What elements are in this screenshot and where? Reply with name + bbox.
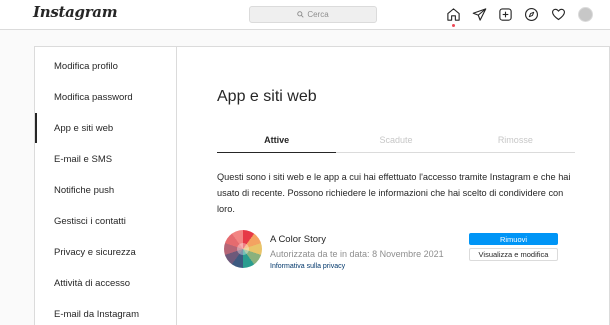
app-list-item: A Color Story Autorizzata da te in data:… bbox=[224, 230, 564, 270]
settings-sidebar: Modifica profilo Modifica password App e… bbox=[35, 47, 177, 325]
home-active-dot bbox=[452, 24, 455, 27]
top-navigation-bar: Instagram Cerca bbox=[0, 0, 610, 30]
sidebar-item-change-password[interactable]: Modifica password bbox=[35, 82, 176, 112]
main-content: App e siti web Attive Scadute Rimosse Qu… bbox=[177, 47, 609, 325]
home-icon[interactable] bbox=[446, 7, 461, 22]
sidebar-item-label: E-mail e SMS bbox=[54, 153, 113, 165]
sidebar-item-edit-profile[interactable]: Modifica profilo bbox=[35, 51, 176, 81]
page-title: App e siti web bbox=[217, 88, 317, 105]
tab-expired[interactable]: Scadute bbox=[336, 127, 455, 152]
explore-icon[interactable] bbox=[524, 7, 539, 22]
sidebar-item-emails-from-instagram[interactable]: E-mail da Instagram bbox=[35, 299, 176, 325]
search-placeholder: Cerca bbox=[307, 10, 329, 19]
privacy-policy-link[interactable]: Informativa sulla privacy bbox=[270, 263, 345, 270]
sidebar-item-email-sms[interactable]: E-mail e SMS bbox=[35, 144, 176, 174]
settings-panel: Modifica profilo Modifica password App e… bbox=[34, 46, 610, 325]
app-authorization-date: Autorizzata da te in data: 8 Novembre 20… bbox=[270, 249, 444, 259]
sidebar-item-label: E-mail da Instagram bbox=[54, 308, 140, 320]
activity-heart-icon[interactable] bbox=[551, 7, 566, 22]
sidebar-item-privacy-security[interactable]: Privacy e sicurezza bbox=[35, 237, 176, 267]
view-edit-button[interactable]: Visualizza e modifica bbox=[469, 248, 558, 261]
app-name: A Color Story bbox=[270, 234, 326, 245]
tab-removed[interactable]: Rimosse bbox=[456, 127, 575, 152]
app-logo-icon bbox=[224, 230, 262, 268]
search-icon bbox=[297, 11, 304, 18]
sidebar-item-push-notifications[interactable]: Notifiche push bbox=[35, 175, 176, 205]
sidebar-item-label: Gestisci i contatti bbox=[54, 215, 126, 227]
tab-bar: Attive Scadute Rimosse bbox=[217, 127, 575, 153]
sidebar-item-label: Attività di accesso bbox=[54, 277, 131, 289]
tab-active[interactable]: Attive bbox=[217, 127, 337, 153]
search-input[interactable]: Cerca bbox=[249, 6, 377, 23]
apps-description: Questi sono i siti web e le app a cui ha… bbox=[217, 172, 571, 214]
sidebar-item-label: Notifiche push bbox=[54, 184, 115, 196]
sidebar-item-label: App e siti web bbox=[54, 122, 114, 134]
sidebar-item-label: Privacy e sicurezza bbox=[54, 246, 136, 258]
sidebar-item-label: Modifica profilo bbox=[54, 60, 118, 72]
instagram-logo[interactable]: Instagram bbox=[33, 3, 118, 21]
direct-icon[interactable] bbox=[472, 7, 487, 22]
sidebar-item-apps-websites[interactable]: App e siti web bbox=[35, 113, 176, 143]
new-post-icon[interactable] bbox=[498, 7, 513, 22]
profile-avatar[interactable] bbox=[578, 7, 593, 22]
sidebar-item-label: Modifica password bbox=[54, 91, 133, 103]
sidebar-item-manage-contacts[interactable]: Gestisci i contatti bbox=[35, 206, 176, 236]
remove-button[interactable]: Rimuovi bbox=[469, 233, 558, 245]
sidebar-item-login-activity[interactable]: Attività di accesso bbox=[35, 268, 176, 298]
